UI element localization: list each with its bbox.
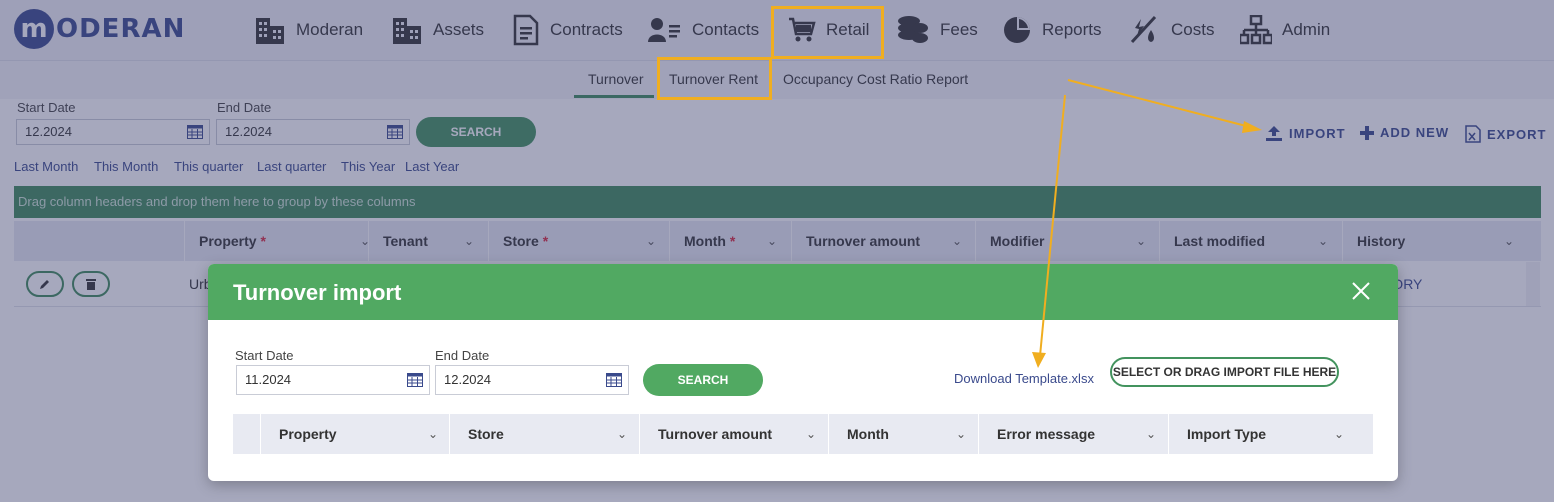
chevron-down-icon: ⌄ <box>1145 427 1156 441</box>
chevron-down-icon: ⌄ <box>955 427 966 441</box>
import-column-turnover-amount[interactable]: Turnover amount ⌄ <box>639 414 828 454</box>
chevron-down-icon: ⌄ <box>427 427 438 441</box>
modal-end-date-value: 12.2024 <box>444 372 491 387</box>
modal-start-date-label: Start Date <box>235 348 294 363</box>
close-icon[interactable] <box>1348 278 1374 304</box>
dialog-title: Turnover import <box>233 280 402 305</box>
calendar-icon[interactable] <box>606 373 622 387</box>
chevron-down-icon: ⌄ <box>1333 427 1344 441</box>
import-column-property[interactable]: Property ⌄ <box>260 414 450 454</box>
modal-search-button[interactable]: SEARCH <box>643 364 763 396</box>
modal-start-date-value: 11.2024 <box>245 372 292 387</box>
highlight-box-turnover-rent <box>657 57 772 100</box>
modal-end-date-label: End Date <box>435 348 490 363</box>
import-column-error-message[interactable]: Error message ⌄ <box>978 414 1168 454</box>
chevron-down-icon: ⌄ <box>616 427 627 441</box>
turnover-import-dialog: Turnover import Start Date End Date 11.2… <box>208 264 1398 481</box>
modal-start-date-input[interactable]: 11.2024 <box>236 365 430 395</box>
chevron-down-icon: ⌄ <box>805 427 816 441</box>
import-column-month[interactable]: Month ⌄ <box>828 414 978 454</box>
calendar-icon[interactable] <box>407 373 423 387</box>
dialog-header: Turnover import <box>208 264 1398 320</box>
select-import-file-button[interactable]: SELECT OR DRAG IMPORT FILE HERE <box>1110 357 1339 387</box>
import-column-store[interactable]: Store ⌄ <box>449 414 639 454</box>
import-column-import-type[interactable]: Import Type ⌄ <box>1168 414 1356 454</box>
import-grid-header: Property ⌄ Store ⌄ Turnover amount ⌄ Month ⌄… <box>233 414 1373 454</box>
download-template-link[interactable]: Download Template.xlsx <box>954 371 1094 386</box>
modal-end-date-input[interactable]: 12.2024 <box>435 365 629 395</box>
highlight-box-retail <box>771 6 884 59</box>
